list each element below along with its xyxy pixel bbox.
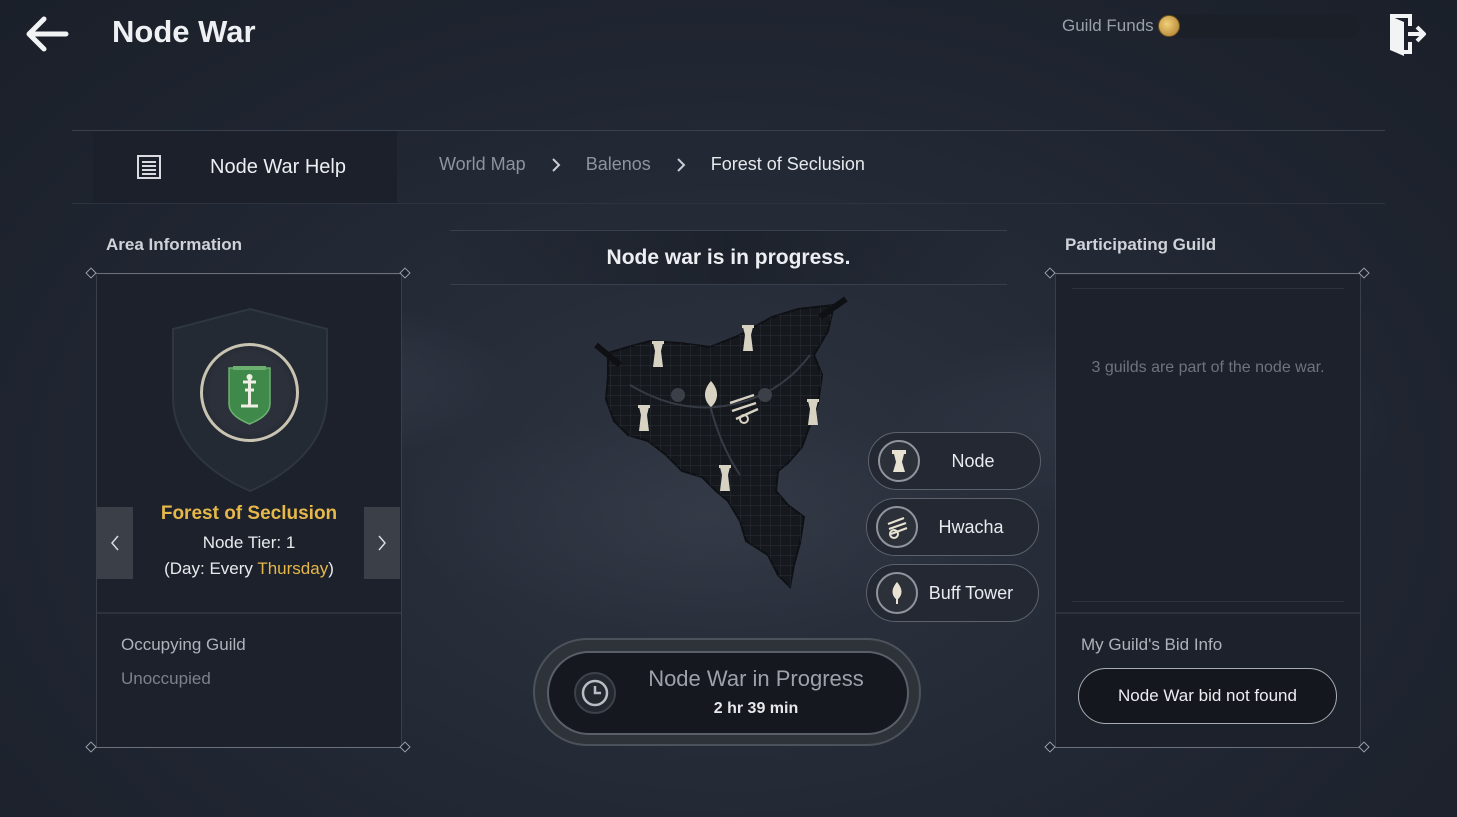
node-war-help-button[interactable]: Node War Help: [93, 131, 397, 203]
panel-frame-top: [1051, 273, 1365, 274]
occupying-guild-label: Occupying Guild: [121, 635, 246, 654]
chevron-right-icon: [677, 157, 686, 172]
frame-ornament: [1044, 741, 1056, 753]
panel-frame-bottom: [92, 747, 406, 748]
war-progress-time: 2 hr 39 min: [713, 700, 799, 717]
my-guild-bid-label: My Guild's Bid Info: [1081, 635, 1223, 654]
legend-buff-tower-button[interactable]: Buff Tower: [866, 564, 1039, 622]
guild-list-bottom-line: [1072, 601, 1344, 602]
breadcrumb-balenos[interactable]: Balenos: [586, 154, 651, 175]
exit-icon[interactable]: [1384, 10, 1430, 58]
war-status-banner: Node war is in progress.: [450, 230, 1007, 285]
legend-node-label: Node: [951, 450, 995, 471]
war-status-text: Node war is in progress.: [606, 245, 851, 269]
area-day: (Day: Every Thursday): [97, 559, 401, 579]
guild-funds-bar: [1157, 14, 1360, 38]
area-day-prefix: (Day: Every: [164, 559, 258, 578]
divider-bottom: [72, 203, 1385, 204]
guild-list-top-line: [1072, 288, 1344, 289]
page-title: Node War: [112, 14, 256, 49]
war-progress-inner: Node War in Progress 2 hr 39 min: [547, 651, 909, 735]
chevron-right-icon: [551, 157, 561, 172]
legend-hwacha-button[interactable]: Hwacha: [866, 498, 1039, 556]
help-label: Node War Help: [210, 155, 346, 178]
guild-panel-divider: [1056, 612, 1360, 614]
area-panel-divider: [97, 612, 401, 614]
buff-tower-icon: [876, 572, 918, 614]
legend-hwacha-label: Hwacha: [938, 516, 1004, 537]
hwacha-icon: [876, 506, 918, 548]
area-day-value: Thursday: [257, 559, 329, 578]
breadcrumb-world-map[interactable]: World Map: [439, 154, 526, 175]
participating-guild-label: Participating Guild: [1065, 235, 1217, 254]
tower-icon: [878, 440, 920, 482]
breadcrumb: World Map Balenos Forest of Seclusion: [439, 154, 865, 175]
area-day-suffix: ): [328, 559, 334, 578]
guild-funds-label: Guild Funds: [1062, 16, 1154, 35]
tower-emblem-icon: [228, 366, 271, 425]
frame-ornament: [85, 267, 97, 279]
panel-frame-bottom: [1051, 747, 1365, 748]
back-arrow-icon[interactable]: [22, 12, 74, 56]
document-icon: [137, 155, 161, 179]
area-tier: Node Tier: 1: [202, 533, 296, 552]
area-emblem: [200, 343, 299, 442]
legend-node-button[interactable]: Node: [868, 432, 1041, 490]
area-information-label: Area Information: [106, 235, 243, 254]
guild-count-message: 3 guilds are part of the node war.: [1091, 359, 1325, 376]
frame-ornament: [85, 741, 97, 753]
frame-ornament: [1044, 267, 1056, 279]
node-map[interactable]: [590, 295, 852, 590]
legend-buff-tower-label: Buff Tower: [928, 582, 1014, 603]
breadcrumb-forest-of-seclusion: Forest of Seclusion: [710, 154, 865, 174]
war-progress-indicator: Node War in Progress 2 hr 39 min: [533, 638, 921, 746]
war-progress-title: Node War in Progress: [648, 666, 864, 691]
bid-info-button[interactable]: Node War bid not found: [1078, 668, 1337, 724]
coin-icon: [1157, 15, 1180, 37]
occupying-guild-value: Unoccupied: [121, 669, 211, 688]
area-name: Forest of Seclusion: [160, 503, 338, 524]
guild-funds: Guild Funds: [1062, 14, 1360, 38]
panel-frame-top: [92, 273, 406, 274]
bid-info-text: Node War bid not found: [1118, 686, 1297, 705]
clock-icon: [574, 672, 616, 714]
